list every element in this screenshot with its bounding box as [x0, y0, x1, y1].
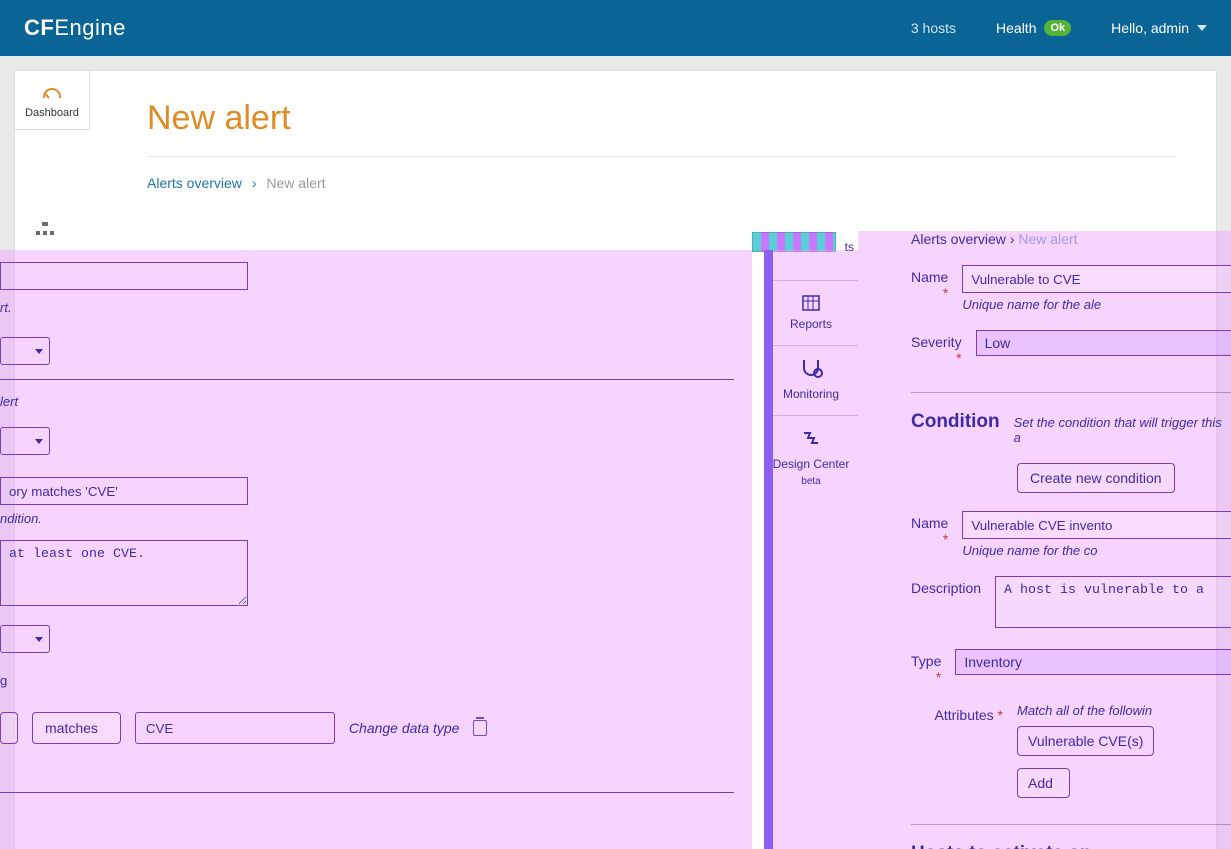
add-button[interactable]: Add: [1017, 768, 1070, 798]
condition-name-help-fragment: ndition.: [0, 511, 734, 526]
attributes-help: Match all of the followin: [1017, 703, 1231, 718]
hosts-heading: Hosts to activate on: [911, 843, 1231, 849]
crumb-current-right: New alert: [1018, 231, 1077, 247]
attribute-dropdown-fragment[interactable]: [0, 712, 18, 744]
nav-monitoring-label: Monitoring: [783, 387, 839, 401]
nav-accent-bar: [764, 250, 773, 849]
nav-design-center[interactable]: Design Center beta: [764, 415, 858, 501]
description-label: Description: [911, 576, 981, 596]
design-center-icon: [764, 430, 858, 451]
breadcrumb-right: Alerts overview › New alert: [911, 231, 1231, 247]
nav-reports[interactable]: Reports: [764, 280, 858, 345]
breadcrumb: Alerts overview › New alert: [147, 175, 1176, 191]
mid-nav-overlay: ts Reports Monitoring Design Center beta: [764, 250, 858, 849]
right-divider-1: [911, 392, 1231, 393]
crumb-overview[interactable]: Alerts overview: [147, 175, 242, 191]
type-select-fragment[interactable]: [0, 625, 50, 653]
user-menu[interactable]: Hello, admin: [1111, 20, 1207, 36]
description-textarea[interactable]: A host is vulnerable to a: [995, 576, 1231, 628]
add-label: Add: [1028, 775, 1053, 791]
condition-name-input-fragment[interactable]: [0, 477, 248, 505]
page-body: Dashboard New alert Alerts overview › Ne…: [0, 56, 1231, 849]
section-divider-1: [0, 379, 734, 380]
right-overlay: Alerts overview › New alert Name * Uniqu…: [858, 231, 1231, 849]
trash-icon[interactable]: [473, 720, 487, 736]
monitoring-icon: [764, 360, 858, 381]
topbar-right: 3 hosts Health Ok Hello, admin: [911, 20, 1207, 36]
logo-bold: CF: [24, 15, 54, 40]
sidebar-hosts[interactable]: [36, 222, 54, 239]
reports-icon: [764, 295, 858, 311]
right-divider-2: [911, 824, 1231, 825]
condition-name-help: Unique name for the co: [962, 543, 1231, 558]
attribute-dropdown[interactable]: Vulnerable CVE(s): [1017, 726, 1154, 756]
nav-reports-label: Reports: [790, 317, 832, 331]
nav-monitoring[interactable]: Monitoring: [764, 345, 858, 415]
alert-name-label: Name *: [911, 265, 948, 301]
filter-value-input[interactable]: [135, 712, 335, 744]
chevron-down-icon: [1197, 25, 1207, 31]
topbar: CFEngine 3 hosts Health Ok Hello, admin: [0, 0, 1231, 56]
crumb-current: New alert: [266, 175, 325, 191]
dashboard-icon: [43, 88, 61, 98]
alert-name-help: Unique name for the ale: [962, 297, 1231, 312]
alert-name-input[interactable]: [962, 265, 1231, 293]
caret-down-icon: [35, 439, 43, 444]
caret-down-icon: [35, 637, 43, 642]
relation-label: matches: [45, 720, 98, 736]
relation-dropdown[interactable]: matches: [32, 712, 121, 744]
user-label: Hello, admin: [1111, 20, 1189, 36]
nav-beta-label: beta: [801, 476, 820, 487]
health-indicator[interactable]: Health Ok: [996, 20, 1071, 36]
logo: CFEngine: [24, 15, 126, 41]
health-badge: Ok: [1044, 20, 1071, 36]
nav-trail-fragment: ts: [845, 240, 854, 254]
attributes-label: Attributes *: [911, 703, 1003, 723]
chevron-right-icon: ›: [246, 175, 263, 191]
condition-select-fragment[interactable]: [0, 427, 50, 455]
caret-down-icon: [35, 349, 43, 354]
sidebar-dashboard-label: Dashboard: [19, 107, 85, 119]
severity-label: Severity *: [911, 330, 962, 366]
attribute-pill-label: Vulnerable CVE(s): [1028, 733, 1143, 749]
change-datatype-link[interactable]: Change data type: [349, 720, 460, 736]
crumb-overview-right[interactable]: Alerts overview: [911, 231, 1006, 247]
page-title: New alert: [147, 99, 1176, 138]
nav-design-center-label: Design Center: [773, 457, 850, 471]
section-divider-2: [0, 792, 734, 793]
type-select[interactable]: Inventory: [955, 649, 1231, 675]
alert-name-input-fragment[interactable]: [0, 262, 248, 290]
type-label: Type *: [911, 649, 941, 685]
condition-name-input[interactable]: [962, 511, 1231, 539]
severity-select[interactable]: Low: [976, 330, 1231, 356]
filter-row: matches Change data type: [0, 712, 734, 744]
condition-heading: Condition: [911, 411, 1000, 433]
sidebar-dashboard[interactable]: Dashboard: [14, 70, 90, 130]
severity-select-fragment[interactable]: [0, 337, 50, 365]
left-overlay: rt. lert ndition. at least one CVE. g ma…: [0, 250, 752, 849]
logo-rest: Engine: [54, 15, 126, 40]
condition-desc-textarea-fragment[interactable]: at least one CVE.: [0, 540, 248, 606]
attr-help-fragment: g: [0, 673, 734, 688]
hosts-link[interactable]: 3 hosts: [911, 20, 956, 36]
health-label: Health: [996, 20, 1036, 36]
title-divider: [147, 156, 1176, 157]
condition-hint-fragment: lert: [0, 394, 734, 409]
create-condition-button[interactable]: Create new condition: [1017, 463, 1175, 493]
artifact-mosaic: [752, 232, 836, 252]
hosts-icon: [36, 222, 54, 236]
alert-name-help-fragment: rt.: [0, 300, 734, 315]
condition-name-label: Name *: [911, 511, 948, 547]
condition-subhelp: Set the condition that will trigger this…: [1014, 415, 1231, 445]
